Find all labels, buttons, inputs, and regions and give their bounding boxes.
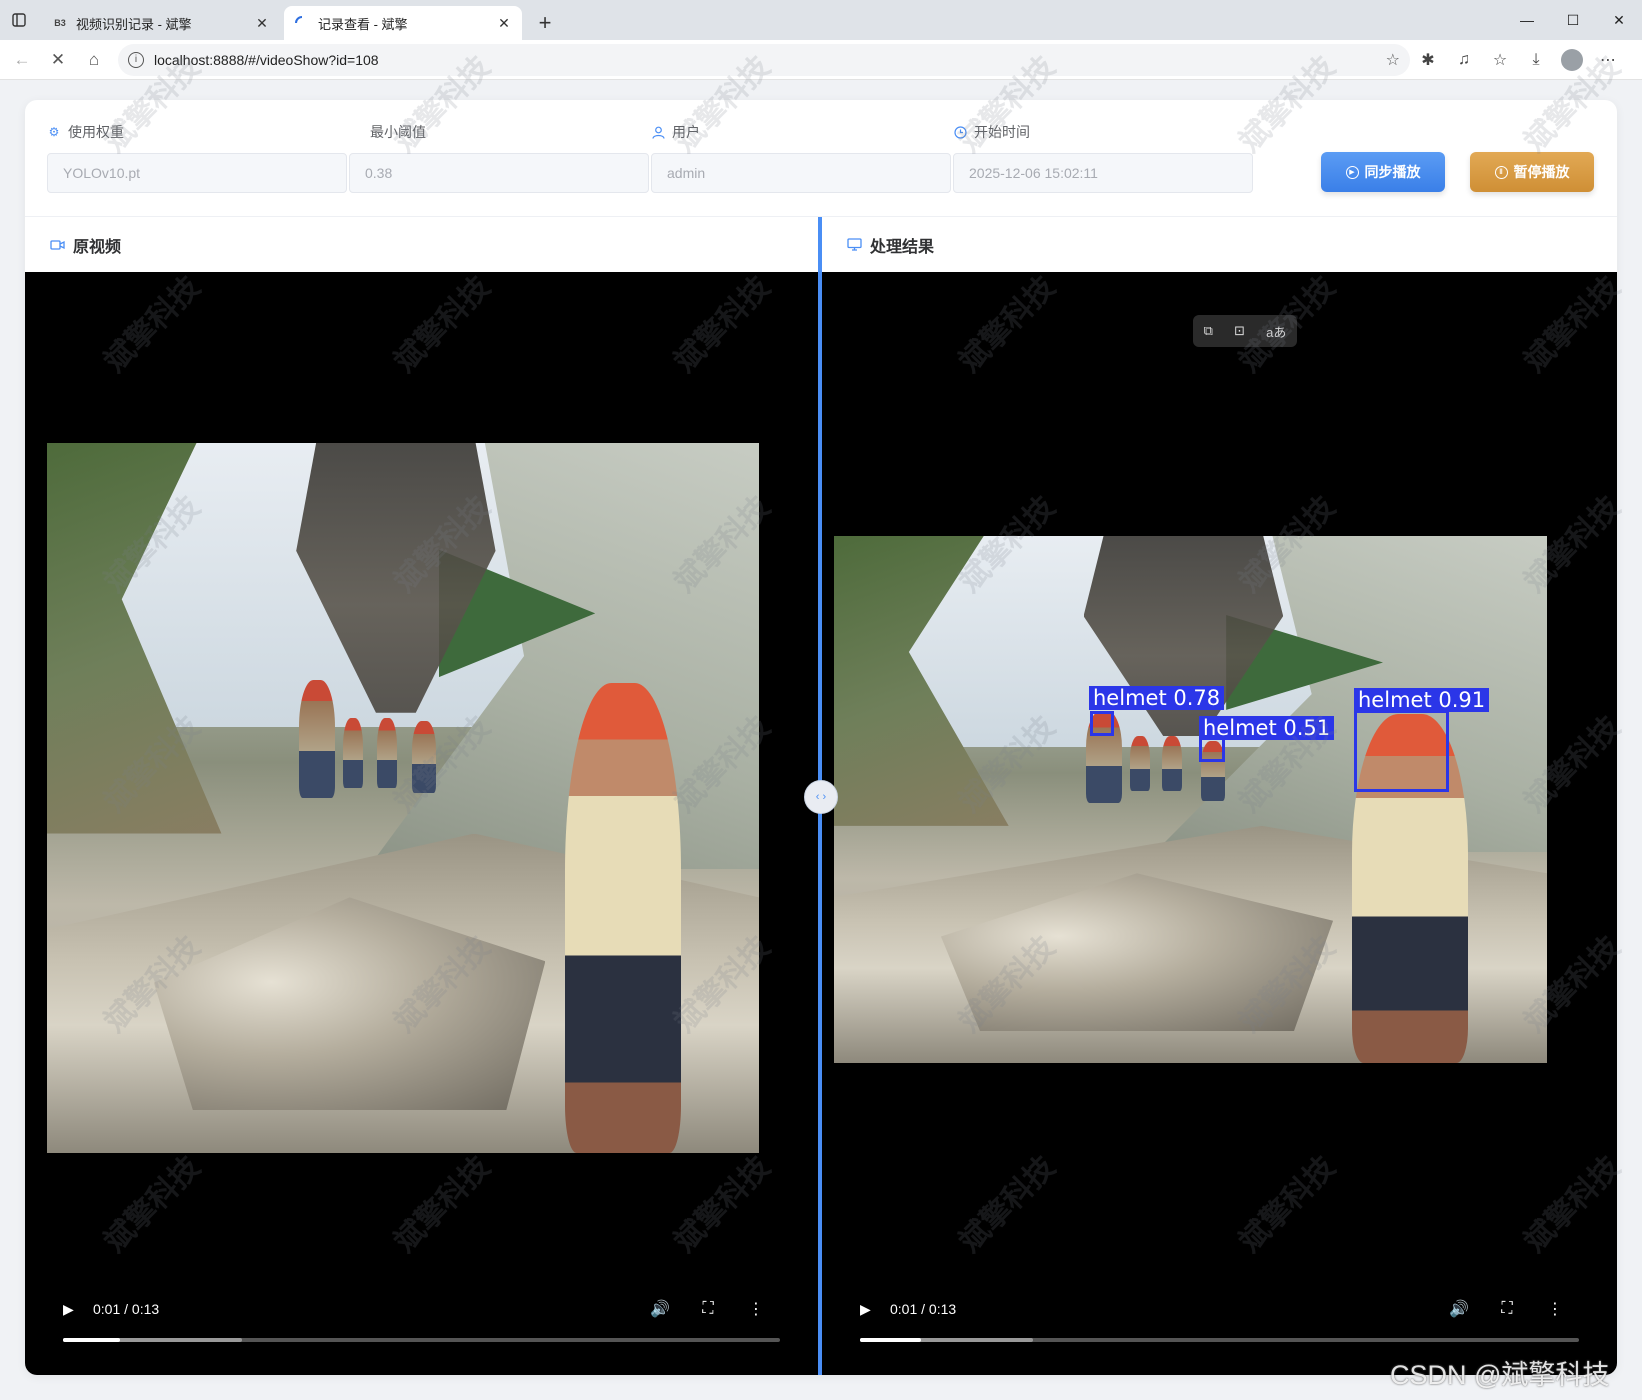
panel-header: 处理结果 — [822, 217, 1617, 272]
played-bar — [63, 1338, 121, 1342]
user-input[interactable]: admin — [651, 153, 951, 193]
extensions-icon[interactable]: ✱ — [1410, 44, 1446, 76]
sync-play-label: 同步播放 — [1364, 164, 1421, 180]
detection-label: helmet 0.91 — [1354, 688, 1490, 712]
tab-title: 记录查看 - 斌擎 — [318, 16, 408, 32]
fullscreen-icon[interactable]: ⛶ — [684, 1300, 732, 1318]
original-video-player[interactable]: ▶ 0:01 / 0:13 🔊 ⛶ ⋮ — [25, 272, 818, 1375]
detection-label: helmet 0.51 — [1199, 716, 1335, 740]
user-label: 用户 — [672, 124, 700, 140]
tab-title: 视频识别记录 - 斌擎 — [76, 16, 192, 32]
start-time-label: 开始时间 — [974, 124, 1030, 140]
video-camera-icon — [49, 238, 65, 252]
url-text: localhost:8888/#/videoShow?id=108 — [154, 51, 379, 68]
sync-play-button[interactable]: ▶ 同步播放 — [1321, 152, 1445, 192]
start-time-field: 开始时间 2025-12-06 15:02:11 — [953, 122, 1253, 193]
record-view-card: ⚙ 使用权重 YOLOv10.pt 最小阈值 0.38 用户 admin 开始时… — [25, 100, 1617, 1375]
more-options-icon[interactable]: ⋮ — [1531, 1299, 1579, 1319]
more-menu-icon[interactable]: ⋯ — [1590, 44, 1626, 76]
favicon-icon: B3 — [54, 18, 66, 28]
fullscreen-icon[interactable]: ⛶ — [1483, 1300, 1531, 1318]
favorites-icon[interactable]: ☆ — [1482, 44, 1518, 76]
user-field: 用户 admin — [651, 122, 951, 193]
user-icon — [651, 125, 665, 139]
panel-title: 原视频 — [73, 238, 122, 256]
record-info-bar: ⚙ 使用权重 YOLOv10.pt 最小阈值 0.38 用户 admin 开始时… — [25, 100, 1617, 217]
seek-bar[interactable] — [860, 1338, 1579, 1342]
played-bar — [860, 1338, 922, 1342]
video-overlay-toolbar: ⧉ ⊡ aあ — [1193, 315, 1297, 347]
video-frame: helmet 0.78 helmet 0.51 helmet 0.91 — [834, 536, 1547, 1063]
maximize-icon[interactable]: ☐ — [1550, 0, 1596, 40]
visual-search-icon[interactable]: ⊡ — [1234, 323, 1245, 339]
close-tab-icon[interactable]: ✕ — [254, 15, 270, 32]
seek-bar[interactable] — [63, 1338, 780, 1342]
profile-avatar[interactable] — [1561, 48, 1583, 71]
pause-play-label: 暂停播放 — [1513, 164, 1570, 180]
pause-play-button[interactable]: ‖ 暂停播放 — [1470, 152, 1594, 192]
time-display: 0:01 / 0:13 — [93, 1301, 160, 1317]
threshold-label: 最小阈值 — [370, 124, 426, 140]
loading-icon — [294, 15, 310, 31]
result-video-panel: 处理结果 helmet 0.78 helmet 0.51 helmet 0.91… — [822, 217, 1617, 1375]
weight-input[interactable]: YOLOv10.pt — [47, 153, 347, 193]
original-video-panel: 原视频 ▶ 0:01 / 0:13 🔊 ⛶ ⋮ — [25, 217, 818, 1375]
weight-field: ⚙ 使用权重 YOLOv10.pt — [47, 122, 347, 193]
threshold-field: 最小阈值 0.38 — [349, 122, 649, 193]
result-video-player[interactable]: helmet 0.78 helmet 0.51 helmet 0.91 ⧉ ⊡ … — [822, 272, 1617, 1375]
translate-icon[interactable]: aあ — [1266, 322, 1286, 341]
start-time-input[interactable]: 2025-12-06 15:02:11 — [953, 153, 1253, 193]
detection-label: helmet 0.78 — [1089, 686, 1225, 710]
threshold-input[interactable]: 0.38 — [349, 153, 649, 193]
browser-tab-bar: B3 视频识别记录 - 斌擎 ✕ 记录查看 - 斌擎 ✕ + — ☐ ✕ — [0, 0, 1642, 40]
url-field[interactable]: i localhost:8888/#/videoShow?id=108 ☆ — [118, 43, 1410, 76]
minimize-icon[interactable]: — — [1504, 0, 1550, 40]
address-bar: ← ✕ ⌂ i localhost:8888/#/videoShow?id=10… — [0, 40, 1642, 80]
detection-box — [1354, 710, 1449, 792]
more-options-icon[interactable]: ⋮ — [732, 1299, 780, 1319]
detection-box — [1199, 737, 1225, 762]
split-handle-icon[interactable]: ‹ › — [804, 780, 838, 814]
volume-icon[interactable]: 🔊 — [636, 1299, 684, 1319]
home-icon[interactable]: ⌂ — [76, 44, 112, 76]
footer-watermark: CSDN @斌擎科技 — [1390, 1360, 1610, 1390]
detection-box — [1090, 711, 1114, 736]
cpu-icon: ⚙ — [48, 125, 60, 139]
browser-tab-view[interactable]: 记录查看 - 斌擎 ✕ — [284, 6, 522, 40]
media-icon[interactable]: ♫ — [1446, 44, 1482, 76]
back-icon[interactable]: ← — [4, 44, 40, 76]
play-circle-icon: ▶ — [1345, 165, 1359, 179]
panel-header: 原视频 — [25, 217, 818, 272]
muted-volume-icon[interactable]: 🔊 — [1435, 1299, 1483, 1319]
site-info-icon[interactable]: i — [128, 51, 144, 68]
video-controls: ▶ 0:01 / 0:13 🔊 ⛶ ⋮ — [25, 1275, 818, 1375]
window-controls: — ☐ ✕ — [1504, 0, 1642, 40]
clock-icon — [953, 125, 967, 139]
download-icon[interactable]: ⤓ — [1518, 44, 1554, 76]
monitor-icon — [846, 238, 862, 252]
close-tab-icon[interactable]: ✕ — [496, 15, 512, 32]
favorite-star-icon[interactable]: ☆ — [1386, 50, 1400, 70]
close-window-icon[interactable]: ✕ — [1596, 0, 1642, 40]
play-icon[interactable]: ▶ — [860, 1301, 876, 1318]
time-display: 0:01 / 0:13 — [890, 1301, 957, 1317]
play-icon[interactable]: ▶ — [63, 1301, 79, 1318]
pause-circle-icon: ‖ — [1494, 165, 1508, 179]
weight-label: 使用权重 — [68, 124, 124, 140]
panel-title: 处理结果 — [870, 238, 935, 256]
video-frame — [47, 443, 759, 1153]
picture-in-picture-icon[interactable]: ⧉ — [1204, 323, 1213, 339]
stop-loading-icon[interactable]: ✕ — [40, 44, 76, 76]
new-tab-icon[interactable]: + — [528, 6, 562, 40]
tab-actions-icon[interactable] — [0, 0, 38, 40]
browser-tab-records[interactable]: B3 视频识别记录 - 斌擎 ✕ — [42, 6, 280, 40]
